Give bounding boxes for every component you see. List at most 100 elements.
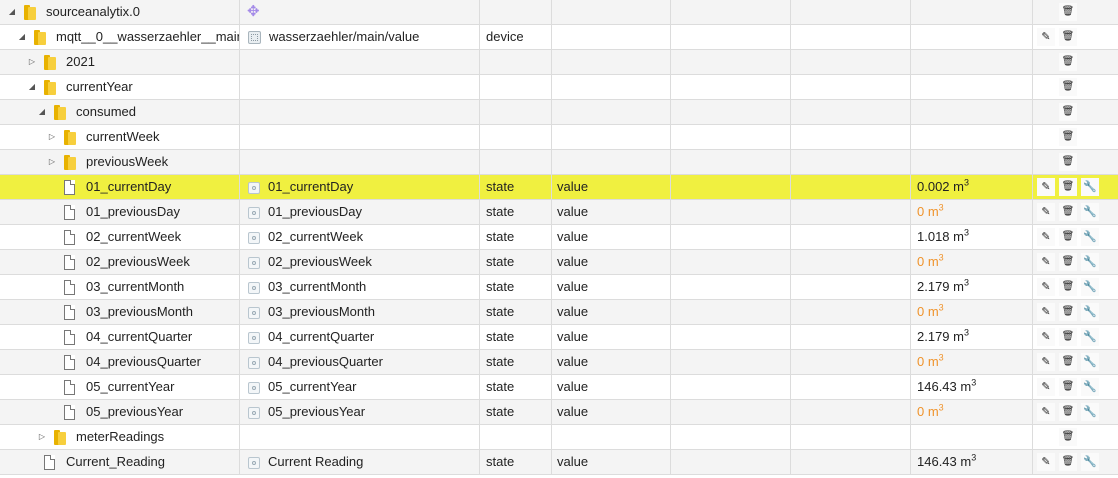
delete-button[interactable]: 🗑 <box>1059 378 1077 396</box>
object-id[interactable]: previousWeek <box>86 150 168 174</box>
edit-button[interactable]: ✎ <box>1037 228 1055 246</box>
object-id[interactable]: 04_currentQuarter <box>86 325 192 349</box>
wrench-button[interactable]: 🔧 <box>1081 203 1099 221</box>
delete-button[interactable]: 🗑 <box>1059 278 1077 296</box>
object-id[interactable]: currentWeek <box>86 125 159 149</box>
wrench-button[interactable]: 🔧 <box>1081 403 1099 421</box>
tree-row[interactable]: 03_currentMonth 03_currentMonth state value… <box>0 275 1118 300</box>
delete-button[interactable]: 🗑 <box>1059 353 1077 371</box>
edit-button[interactable]: ✎ <box>1037 303 1055 321</box>
delete-button[interactable]: 🗑 <box>1059 328 1077 346</box>
delete-button[interactable]: 🗑 <box>1059 28 1077 46</box>
object-id[interactable]: 02_previousWeek <box>86 250 190 274</box>
tree-row[interactable]: ◢ consumed 🗑 <box>0 100 1118 125</box>
delete-button[interactable]: 🗑 <box>1059 403 1077 421</box>
object-id[interactable]: 01_previousDay <box>86 200 180 224</box>
delete-button[interactable]: 🗑 <box>1059 103 1077 121</box>
wrench-button[interactable]: 🔧 <box>1081 328 1099 346</box>
object-id[interactable]: 05_currentYear <box>86 375 174 399</box>
delete-button[interactable]: 🗑 <box>1059 153 1077 171</box>
wrench-button[interactable]: 🔧 <box>1081 278 1099 296</box>
wrench-button[interactable]: 🔧 <box>1081 353 1099 371</box>
tree-row[interactable]: 03_previousMonth 03_previousMonth state val… <box>0 300 1118 325</box>
wrench-button[interactable]: 🔧 <box>1081 253 1099 271</box>
delete-button[interactable]: 🗑 <box>1059 78 1077 96</box>
delete-button[interactable]: 🗑 <box>1059 203 1077 221</box>
wrench-button[interactable]: 🔧 <box>1081 228 1099 246</box>
tree-row[interactable]: ▷ currentWeek 🗑 <box>0 125 1118 150</box>
value-cell[interactable]: 0 m3 <box>911 250 1033 274</box>
tree-row[interactable]: 04_currentQuarter 04_currentQuarter state v… <box>0 325 1118 350</box>
tree-row[interactable]: ◢ currentYear 🗑 <box>0 75 1118 100</box>
value-cell[interactable]: 0 m3 <box>911 200 1033 224</box>
wrench-button[interactable]: 🔧 <box>1081 378 1099 396</box>
tree-row[interactable]: 05_currentYear 05_currentYear state value 14… <box>0 375 1118 400</box>
value-cell[interactable]: 2.179 m3 <box>911 275 1033 299</box>
object-id[interactable]: sourceanalytix.0 <box>46 0 140 24</box>
expand-icon[interactable]: ▷ <box>26 50 38 74</box>
expand-icon[interactable]: ▷ <box>46 125 58 149</box>
delete-button[interactable]: 🗑 <box>1059 53 1077 71</box>
edit-button[interactable]: ✎ <box>1037 278 1055 296</box>
object-id[interactable]: Current_Reading <box>66 450 165 474</box>
edit-button[interactable]: ✎ <box>1037 203 1055 221</box>
delete-button[interactable]: 🗑 <box>1059 178 1077 196</box>
object-id[interactable]: 02_currentWeek <box>86 225 181 249</box>
value-cell[interactable]: 0 m3 <box>911 400 1033 424</box>
tree-row[interactable]: 01_currentDay 01_currentDay state value 0.00… <box>0 175 1118 200</box>
edit-button[interactable]: ✎ <box>1037 253 1055 271</box>
tree-row[interactable]: ◢ mqtt__0__wasserzaehler__main__ wasserzae… <box>0 25 1118 50</box>
tree-row[interactable]: 05_previousYear 05_previousYear state value… <box>0 400 1118 425</box>
tree-row[interactable]: 02_previousWeek 02_previousWeek state value… <box>0 250 1118 275</box>
value-cell[interactable]: 146.43 m3 <box>911 450 1033 474</box>
edit-button[interactable]: ✎ <box>1037 178 1055 196</box>
object-id[interactable]: 2021 <box>66 50 95 74</box>
object-id[interactable]: 04_previousQuarter <box>86 350 201 374</box>
collapse-icon[interactable]: ◢ <box>26 75 38 99</box>
object-id[interactable]: 01_currentDay <box>86 175 171 199</box>
tree-row[interactable]: 01_previousDay 01_previousDay state value 0 … <box>0 200 1118 225</box>
value-cell[interactable]: 1.018 m3 <box>911 225 1033 249</box>
delete-button[interactable]: 🗑 <box>1059 303 1077 321</box>
wrench-button[interactable]: 🔧 <box>1081 453 1099 471</box>
tree-row[interactable]: ▷ previousWeek 🗑 <box>0 150 1118 175</box>
value-cell[interactable]: 146.43 m3 <box>911 375 1033 399</box>
object-id[interactable]: 05_previousYear <box>86 400 183 424</box>
value-cell[interactable]: 0.002 m3 <box>911 175 1033 199</box>
delete-button[interactable]: 🗑 <box>1059 453 1077 471</box>
delete-button[interactable]: 🗑 <box>1059 253 1077 271</box>
object-id[interactable]: meterReadings <box>76 425 164 449</box>
expand-icon[interactable]: ▷ <box>36 425 48 449</box>
value-cell[interactable]: 2.179 m3 <box>911 325 1033 349</box>
tree-row[interactable]: 02_currentWeek 02_currentWeek state value 1.… <box>0 225 1118 250</box>
collapse-icon[interactable]: ◢ <box>16 25 28 49</box>
edit-button[interactable]: ✎ <box>1037 28 1055 46</box>
tree-row[interactable]: ▷ 2021 🗑 <box>0 50 1118 75</box>
tree-row[interactable]: Current_Reading Current Reading state value… <box>0 450 1118 475</box>
edit-button[interactable]: ✎ <box>1037 378 1055 396</box>
delete-button[interactable]: 🗑 <box>1059 128 1077 146</box>
wrench-button[interactable]: 🔧 <box>1081 303 1099 321</box>
collapse-icon[interactable]: ◢ <box>6 0 18 24</box>
edit-button[interactable]: ✎ <box>1037 328 1055 346</box>
role-cell <box>552 100 671 124</box>
delete-button[interactable]: 🗑 <box>1059 428 1077 446</box>
wrench-button[interactable]: 🔧 <box>1081 178 1099 196</box>
edit-button[interactable]: ✎ <box>1037 453 1055 471</box>
object-id[interactable]: mqtt__0__wasserzaehler__main__ <box>56 25 239 49</box>
value-cell[interactable]: 0 m3 <box>911 300 1033 324</box>
object-id[interactable]: 03_currentMonth <box>86 275 184 299</box>
object-id[interactable]: currentYear <box>66 75 133 99</box>
tree-row[interactable]: 04_previousQuarter 04_previousQuarter stat… <box>0 350 1118 375</box>
collapse-icon[interactable]: ◢ <box>36 100 48 124</box>
tree-row[interactable]: ▷ meterReadings 🗑 <box>0 425 1118 450</box>
tree-row[interactable]: ◢ sourceanalytix.0 ✥ 🗑 <box>0 0 1118 25</box>
expand-icon[interactable]: ▷ <box>46 150 58 174</box>
object-id[interactable]: 03_previousMonth <box>86 300 193 324</box>
edit-button[interactable]: ✎ <box>1037 353 1055 371</box>
delete-button[interactable]: 🗑 <box>1059 3 1077 21</box>
object-id[interactable]: consumed <box>76 100 136 124</box>
delete-button[interactable]: 🗑 <box>1059 228 1077 246</box>
edit-button[interactable]: ✎ <box>1037 403 1055 421</box>
value-cell[interactable]: 0 m3 <box>911 350 1033 374</box>
